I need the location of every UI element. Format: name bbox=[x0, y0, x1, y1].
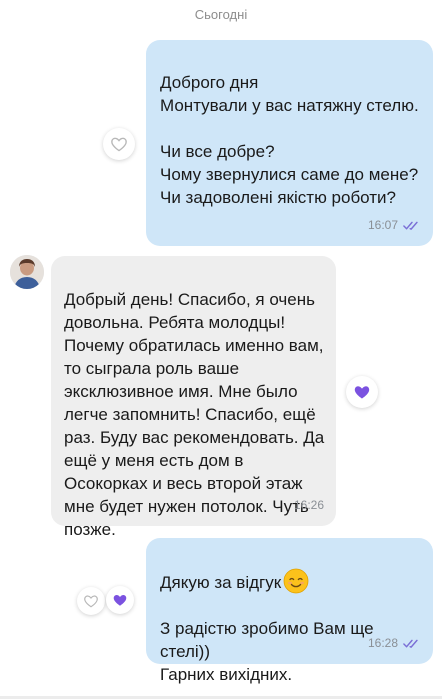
message-text: Дякую за відгук bbox=[160, 573, 282, 592]
sender-avatar[interactable] bbox=[10, 255, 44, 289]
message-meta: 16:26 bbox=[294, 494, 324, 517]
reaction-heart-icon[interactable] bbox=[103, 128, 135, 160]
read-ticks-icon bbox=[403, 221, 418, 230]
reaction-purple-heart-icon[interactable] bbox=[106, 586, 134, 614]
reaction-heart-icon[interactable] bbox=[77, 587, 105, 615]
message-text-line1: Дякую за відгук bbox=[160, 568, 421, 594]
message-text: Добрый день! Спасибо, я очень довольна. … bbox=[64, 290, 325, 539]
message-time: 16:26 bbox=[293, 498, 324, 512]
message-meta: 16:28 bbox=[368, 632, 421, 655]
smiling-face-emoji-icon bbox=[283, 568, 309, 594]
message-bubble-incoming[interactable]: Добрый день! Спасибо, я очень довольна. … bbox=[51, 256, 336, 539]
read-ticks-icon bbox=[403, 639, 418, 648]
date-separator: Сьогодні bbox=[194, 7, 248, 22]
message-time: 16:07 bbox=[367, 218, 398, 232]
message-bubble-outgoing[interactable]: Дякую за відгук З радістю зробимо Вам ще… bbox=[146, 538, 433, 684]
message-meta: 16:07 bbox=[368, 214, 421, 237]
message-text: Доброго дня Монтували у вас натяжну стел… bbox=[160, 73, 419, 207]
message-time: 16:28 bbox=[367, 636, 398, 650]
reaction-purple-heart-icon[interactable] bbox=[346, 376, 378, 408]
message-bubble-outgoing[interactable]: Доброго дня Монтували у вас натяжну стел… bbox=[146, 40, 433, 246]
